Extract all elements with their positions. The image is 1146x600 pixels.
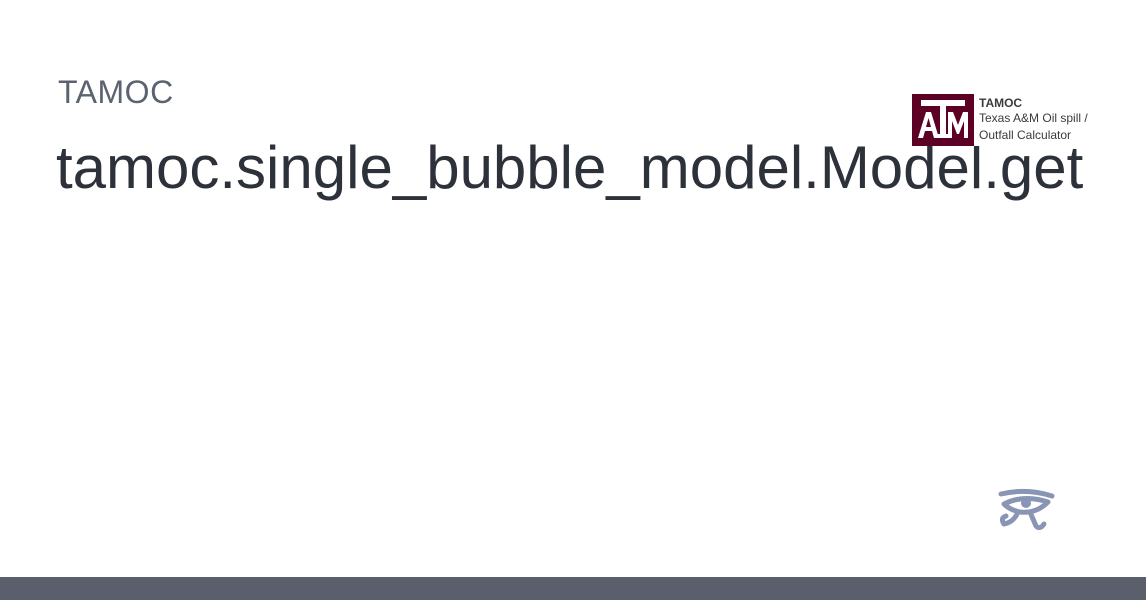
logo-text: TAMOC Texas A&M Oil spill / Outfall Calc… [979, 96, 1088, 144]
logo-subtitle-line2: Outfall Calculator [979, 128, 1072, 142]
eye-of-horus-icon [996, 488, 1056, 534]
logo-subtitle-line1: Texas A&M Oil spill / [979, 111, 1088, 125]
site-name: TAMOC [58, 74, 174, 110]
social-preview-card: TAMOC tamoc.single_bubble_model.Model.ge… [0, 0, 1146, 600]
logo-title: TAMOC [979, 96, 1023, 110]
footer-bar [0, 577, 1146, 600]
atm-logo-mark [912, 94, 974, 146]
tamoc-logo: TAMOC Texas A&M Oil spill / Outfall Calc… [912, 94, 1146, 146]
atm-monogram-icon [912, 94, 974, 146]
